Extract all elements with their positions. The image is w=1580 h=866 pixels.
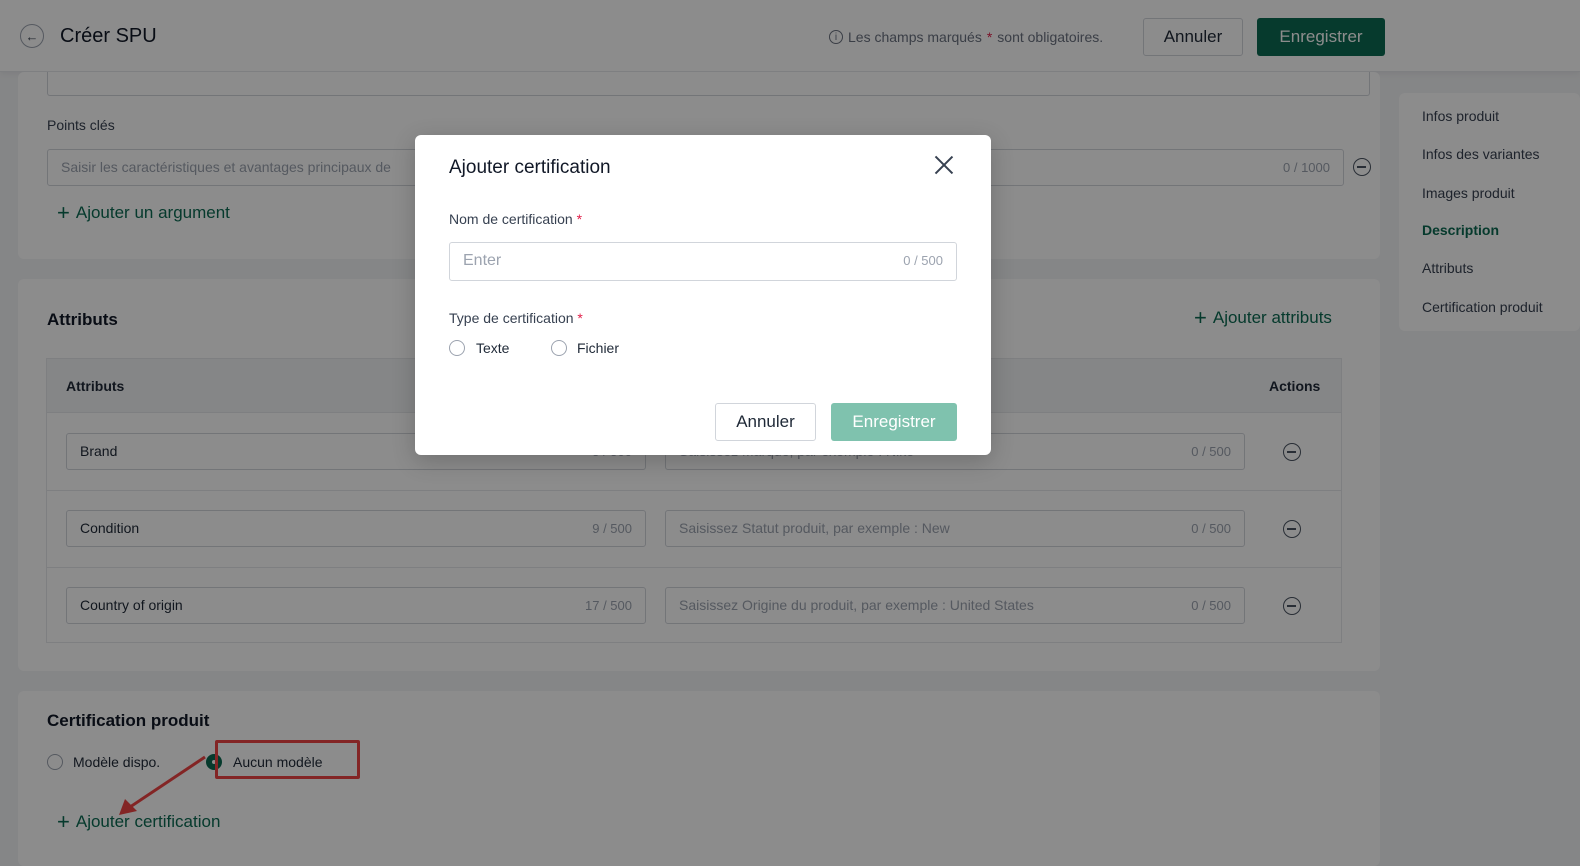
required-star: * xyxy=(577,310,583,326)
radio-type-file-label[interactable]: Fichier xyxy=(577,340,619,356)
certification-name-counter: 0 / 500 xyxy=(903,253,943,268)
certification-name-label: Nom de certification * xyxy=(449,211,582,227)
certification-type-label-text: Type de certification xyxy=(449,310,574,326)
required-star: * xyxy=(576,211,583,227)
dialog-cancel-button[interactable]: Annuler xyxy=(715,403,816,441)
dialog-title: Ajouter certification xyxy=(449,157,611,178)
close-icon[interactable] xyxy=(934,154,954,174)
radio-type-file[interactable] xyxy=(551,340,567,356)
certification-type-label: Type de certification * xyxy=(449,310,583,326)
dialog-save-button[interactable]: Enregistrer xyxy=(831,403,957,441)
radio-type-text[interactable] xyxy=(449,340,465,356)
certification-name-label-text: Nom de certification xyxy=(449,211,573,227)
add-certification-dialog: Ajouter certification Nom de certificati… xyxy=(415,135,991,455)
certification-name-input[interactable]: Enter 0 / 500 xyxy=(449,242,957,281)
certification-name-placeholder: Enter xyxy=(463,252,502,269)
radio-type-text-label[interactable]: Texte xyxy=(476,340,509,356)
